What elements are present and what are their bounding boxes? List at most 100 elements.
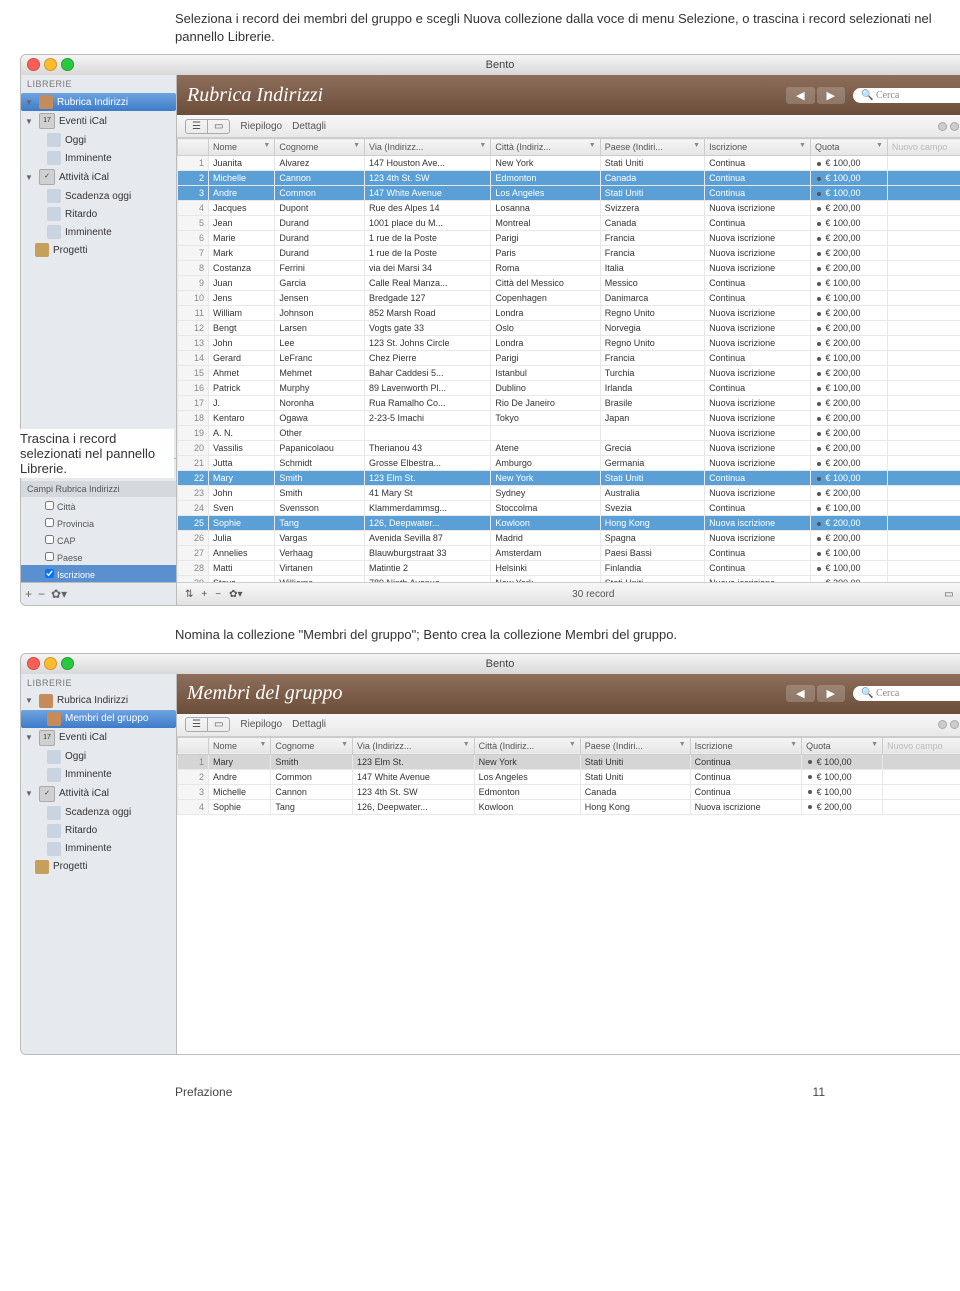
column-header[interactable]: Quota▼ [802,737,883,754]
search-input[interactable]: 🔍 Cerca [853,88,960,103]
field-gear-icon[interactable]: ✿▾ [51,587,67,601]
field-item[interactable]: Paese [21,548,176,565]
sidebar-item[interactable]: ▼Rubrica Indirizzi [21,692,176,710]
table-row[interactable]: 4JacquesDupontRue des Alpes 14LosannaSvi… [178,201,960,216]
field-checkbox[interactable] [45,501,54,510]
field-item[interactable]: CAP [21,531,176,548]
add-field-icon[interactable]: + [25,587,32,601]
zoom-icon[interactable] [61,58,74,71]
column-header[interactable]: Nome▼ [209,139,275,156]
sidebar-item[interactable]: ▼17Eventi iCal [21,728,176,748]
table-row[interactable]: 3MichelleCannon123 4th St. SWEdmontonCan… [178,784,960,799]
field-checkbox[interactable] [45,552,54,561]
sort-icon[interactable]: ⇅ [185,589,193,600]
table-row[interactable]: 24SvenSvenssonKlammerdammsg...StoccolmaS… [178,501,960,516]
table-row[interactable]: 7MarkDurand1 rue de la PosteParisFrancia… [178,246,960,261]
add-record-icon[interactable]: + [201,589,207,600]
new-field-column[interactable]: Nuovo campo [883,737,960,754]
table-row[interactable]: 27AnneliesVerhaagBlauwburgstraat 33Amste… [178,546,960,561]
sidebar-item[interactable]: Membri del gruppo [21,710,176,728]
table-row[interactable]: 4SophieTang126, Deepwater...KowloonHong … [178,799,960,814]
data-grid[interactable]: Nome▼Cognome▼Via (Indirizz...▼Città (Ind… [177,737,960,1054]
table-row[interactable]: 22MarySmith123 Elm St.New YorkStati Unit… [178,471,960,486]
table-row[interactable]: 10JensJensenBredgade 127CopenhagenDanima… [178,291,960,306]
table-row[interactable]: 12BengtLarsenVogts gate 33OsloNorvegiaNu… [178,321,960,336]
sidebar-item[interactable]: Scadenza oggi [21,187,176,205]
column-header[interactable]: Cognome▼ [271,737,353,754]
sidebar-item[interactable]: ▼Rubrica Indirizzi [21,93,176,111]
column-header[interactable]: Via (Indirizz...▼ [353,737,475,754]
table-row[interactable]: 21JuttaSchmidtGrosse Elbestra...AmburgoG… [178,456,960,471]
sidebar-item[interactable]: Progetti [21,858,176,876]
table-row[interactable]: 9JuanGarciaCalle Real Manza...Città del … [178,276,960,291]
column-header[interactable]: Nome▼ [209,737,271,754]
table-row[interactable]: 2MichelleCannon123 4th St. SWEdmontonCan… [178,171,960,186]
sidebar-item[interactable]: Scadenza oggi [21,804,176,822]
table-row[interactable]: 25SophieTang126, Deepwater...KowloonHong… [178,516,960,531]
table-row[interactable]: 14GerardLeFrancChez PierreParigiFranciaC… [178,351,960,366]
close-icon[interactable] [27,657,40,670]
sidebar-item[interactable]: Imminente [21,840,176,858]
field-item[interactable]: Città [21,497,176,514]
column-header[interactable]: Città (Indiriz...▼ [474,737,580,754]
sidebar-item[interactable]: ▼✓Attività iCal [21,167,176,187]
tab[interactable]: Dettagli [292,121,326,132]
field-item[interactable]: Provincia [21,514,176,531]
column-header[interactable]: Quota▼ [810,139,887,156]
remove-record-icon[interactable]: − [215,589,221,600]
table-row[interactable]: 18KentaroOgawa2-23-5 ImachiTokyoJapanNuo… [178,411,960,426]
table-row[interactable]: 28MattiVirtanenMatintie 2HelsinkiFinland… [178,561,960,576]
column-header[interactable]: Paese (Indiri...▼ [600,139,704,156]
column-header[interactable]: Cognome▼ [275,139,365,156]
table-row[interactable]: 13JohnLee123 St. Johns CircleLondraRegno… [178,336,960,351]
sidebar-item[interactable]: Imminente [21,223,176,241]
field-item[interactable]: Iscrizione [21,565,176,582]
field-checkbox[interactable] [45,569,54,578]
table-row[interactable]: 26JuliaVargasAvenida Sevilla 87MadridSpa… [178,531,960,546]
nav-next-icon[interactable]: ▶ [817,87,845,104]
remove-field-icon[interactable]: − [38,587,45,601]
disclosure-triangle-icon[interactable]: ▼ [25,173,35,182]
field-checkbox[interactable] [45,535,54,544]
nav-next-icon[interactable]: ▶ [817,685,845,702]
disclosure-triangle-icon[interactable]: ▼ [25,733,35,742]
table-row[interactable]: 15AhmetMehmetBahar Caddesi 5...IstanbulT… [178,366,960,381]
sidebar-item[interactable]: ▼17Eventi iCal [21,111,176,131]
sidebar-item[interactable]: Oggi [21,131,176,149]
tab[interactable]: Riepilogo [240,719,282,730]
sidebar-item[interactable]: Ritardo [21,822,176,840]
disclosure-triangle-icon[interactable]: ▼ [25,98,35,107]
sidebar-item[interactable]: ▼✓Attività iCal [21,784,176,804]
disclosure-triangle-icon[interactable]: ▼ [25,789,35,798]
disclosure-triangle-icon[interactable]: ▼ [25,696,35,705]
close-icon[interactable] [27,58,40,71]
disclosure-triangle-icon[interactable]: ▼ [25,117,35,126]
sidebar-item[interactable]: Oggi [21,748,176,766]
minimize-icon[interactable] [44,657,57,670]
table-row[interactable]: 11WilliamJohnson852 Marsh RoadLondraRegn… [178,306,960,321]
search-input[interactable]: 🔍 Cerca [853,686,960,701]
column-header[interactable]: Iscrizione▼ [705,139,811,156]
table-row[interactable]: 1JuanitaAlvarez147 Houston Ave...New Yor… [178,156,960,171]
table-row[interactable]: 19A. N.OtherNuova iscrizione € 200,00 [178,426,960,441]
table-row[interactable]: 3AndreCommon147 White AvenueLos AngelesS… [178,186,960,201]
table-row[interactable]: 8CostanzaFerrinivia dei Marsi 34RomaItal… [178,261,960,276]
form-dots[interactable] [938,122,960,131]
form-view-icon[interactable]: ▭ [944,589,953,600]
zoom-icon[interactable] [61,657,74,670]
minimize-icon[interactable] [44,58,57,71]
table-row[interactable]: 16PatrickMurphy89 Lavenworth Pl...Dublin… [178,381,960,396]
sidebar-item[interactable]: Ritardo [21,205,176,223]
column-header[interactable]: Città (Indiriz...▼ [491,139,600,156]
column-header[interactable]: Paese (Indiri...▼ [580,737,690,754]
table-row[interactable]: 2AndreCommon147 White AvenueLos AngelesS… [178,769,960,784]
form-dots[interactable] [938,720,960,729]
field-checkbox[interactable] [45,518,54,527]
new-field-column[interactable]: Nuovo campo [887,139,960,156]
column-header[interactable]: Via (Indirizz...▼ [365,139,491,156]
view-mode-segment[interactable]: ☰▭ [185,717,230,732]
table-row[interactable]: 5JeanDurand1001 place du M...MontrealCan… [178,216,960,231]
table-row[interactable]: 20VassilisPapanicolaouTherianou 43AteneG… [178,441,960,456]
sidebar-item[interactable]: Imminente [21,766,176,784]
sidebar-item[interactable]: Imminente [21,149,176,167]
